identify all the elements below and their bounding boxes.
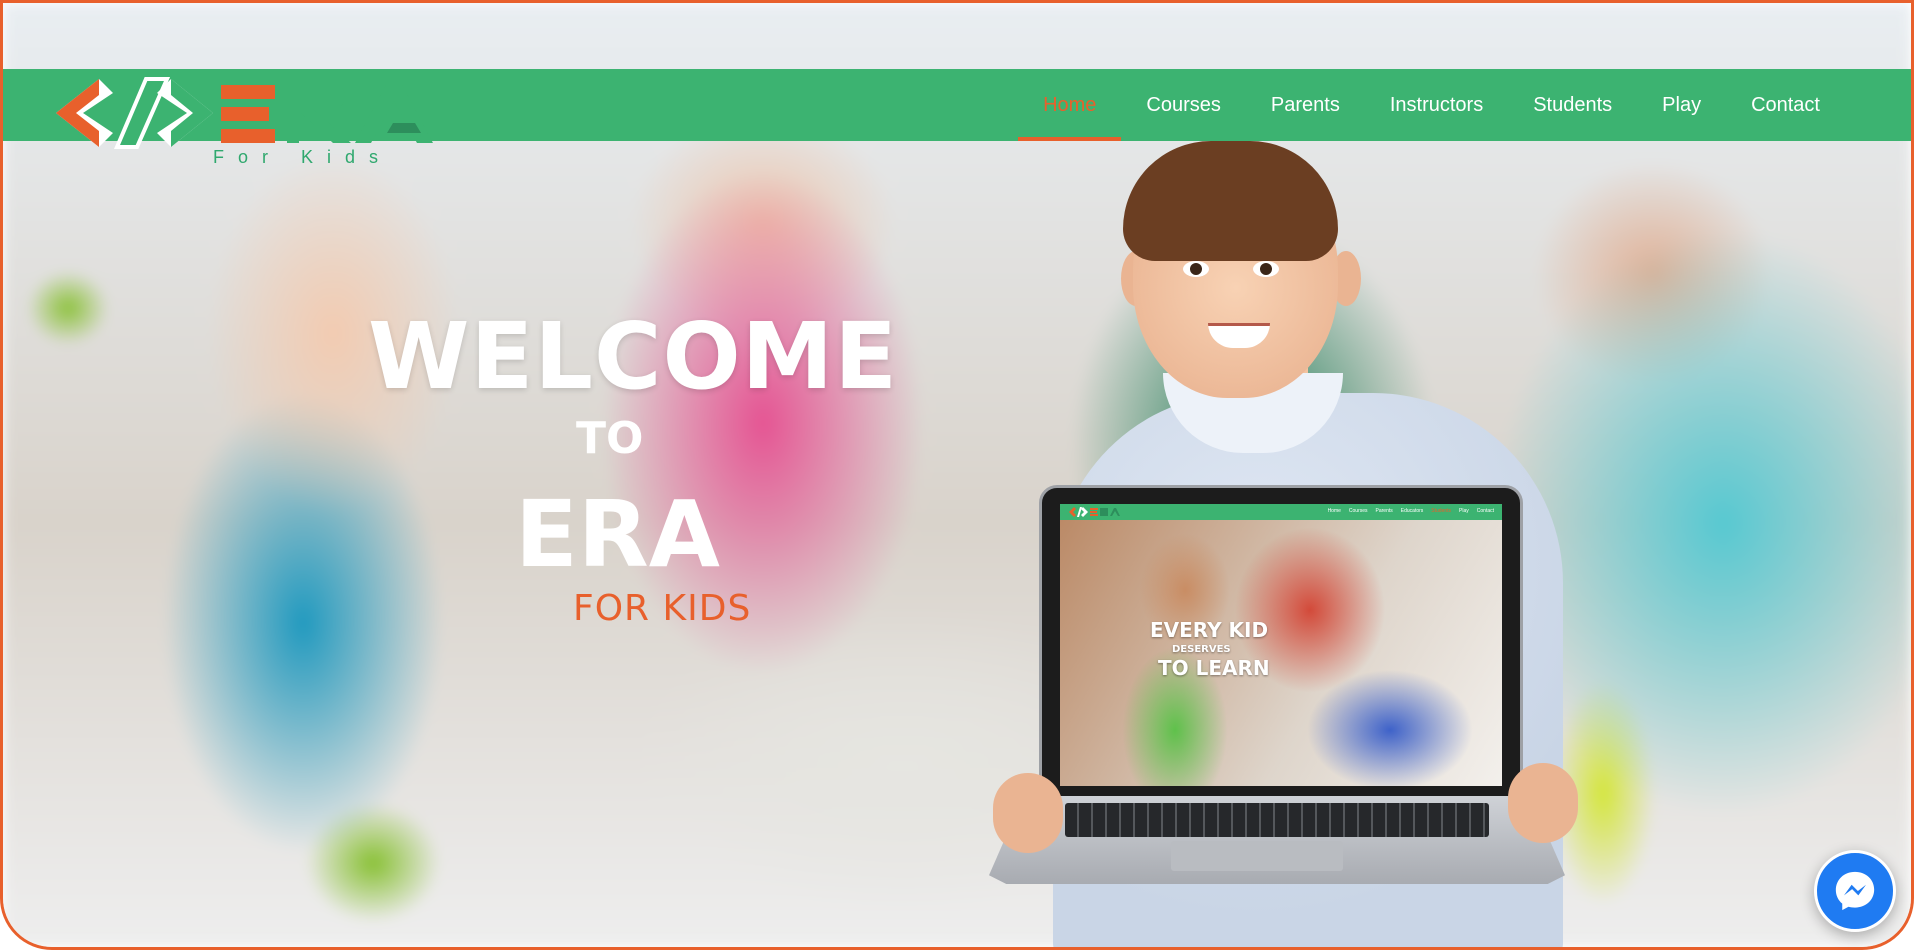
laptop-keyboard bbox=[1065, 803, 1489, 837]
laptop-nav-item: Contact bbox=[1476, 508, 1494, 514]
boy-hand bbox=[1508, 763, 1578, 843]
laptop-headline-3: TO LEARN bbox=[1158, 656, 1270, 680]
hero-to-text: TO bbox=[576, 413, 644, 464]
logo-tagline: For Kids bbox=[213, 147, 393, 167]
nav-contact[interactable]: Contact bbox=[1726, 69, 1845, 141]
nav-home[interactable]: Home bbox=[1018, 69, 1122, 141]
laptop-preview-navbar: Home Courses Parents Educators Students … bbox=[1060, 504, 1502, 520]
laptop-nav-item: Play bbox=[1459, 508, 1469, 514]
messenger-icon bbox=[1835, 871, 1875, 911]
laptop-preview-logo bbox=[1069, 507, 1120, 517]
messenger-chat-button[interactable] bbox=[1814, 850, 1896, 932]
laptop-screen: EVERY KID DESERVES TO LEARN Home Courses… bbox=[1039, 485, 1523, 803]
laptop-trackpad bbox=[1171, 841, 1343, 871]
hero-for-kids-text: FOR KIDS bbox=[573, 588, 752, 629]
nav-instructors[interactable]: Instructors bbox=[1365, 69, 1508, 141]
hero-era-heading: ERA bbox=[515, 481, 720, 588]
nav-courses[interactable]: Courses bbox=[1121, 69, 1245, 141]
boy-eye bbox=[1253, 261, 1279, 277]
boy-eye bbox=[1183, 261, 1209, 277]
nav-students[interactable]: Students bbox=[1508, 69, 1637, 141]
laptop-preview-hero: EVERY KID DESERVES TO LEARN bbox=[1060, 520, 1502, 786]
laptop-nav-item: Home bbox=[1327, 508, 1341, 514]
nav-parents[interactable]: Parents bbox=[1246, 69, 1365, 141]
main-nav: Home Courses Parents Instructors Student… bbox=[1018, 69, 1845, 141]
laptop-nav-item: Educators bbox=[1400, 508, 1424, 514]
laptop-headline-2: DESERVES bbox=[1172, 644, 1231, 655]
laptop-nav-item: Courses bbox=[1348, 508, 1368, 514]
laptop-nav-item: Students bbox=[1431, 508, 1452, 514]
nav-play[interactable]: Play bbox=[1637, 69, 1726, 141]
page-frame: For Kids Home Courses Parents Instructor… bbox=[0, 0, 1914, 950]
laptop-nav-item: Parents bbox=[1375, 508, 1393, 514]
laptop-headline-1: EVERY KID bbox=[1150, 618, 1269, 642]
laptop-preview-menu: Home Courses Parents Educators Students … bbox=[1328, 508, 1494, 514]
laptop-display: EVERY KID DESERVES TO LEARN Home Courses… bbox=[1060, 504, 1502, 786]
boy-hand bbox=[993, 773, 1063, 853]
hero-welcome-heading: WELCOME bbox=[368, 303, 899, 410]
